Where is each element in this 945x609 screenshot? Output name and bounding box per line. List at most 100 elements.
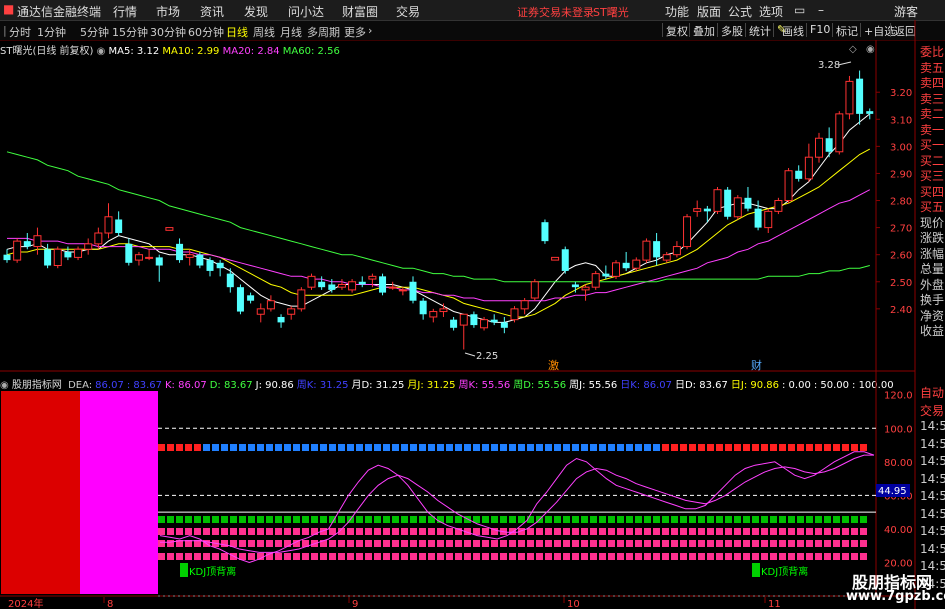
menu-zixun[interactable]: 资讯: [200, 3, 224, 20]
state-square: [545, 516, 552, 523]
tab-15min[interactable]: 15分钟: [112, 24, 148, 40]
state-square: [599, 444, 606, 451]
auto-trade-label[interactable]: 自动: [920, 384, 945, 401]
candle-body-down: [450, 319, 458, 328]
tab-monthly[interactable]: 月线: [280, 24, 302, 40]
menu-shichang[interactable]: 市场: [156, 3, 180, 20]
state-square: [482, 516, 489, 523]
tab-fenshi[interactable]: 分时: [9, 24, 31, 40]
tab-60min[interactable]: 60分钟: [188, 24, 224, 40]
state-square: [788, 516, 795, 523]
state-square: [788, 540, 795, 547]
auto-trade-label[interactable]: 交易: [920, 402, 945, 419]
state-square: [662, 540, 669, 547]
state-square: [176, 444, 183, 451]
state-square: [338, 540, 345, 547]
candle-body-up: [713, 189, 722, 212]
kline-chart[interactable]: KDJ顶背离 KDJ顶背离 3.20 3.10 3.00 2.90 2.80 2.70 2.6…: [0, 0, 945, 609]
quote-field-label: 卖二: [920, 107, 945, 121]
indicator-legend-item: 周K: 55.56: [458, 380, 511, 391]
state-square: [212, 516, 219, 523]
minimize-icon[interactable]: –: [818, 3, 824, 17]
state-square: [383, 528, 390, 535]
state-square: [608, 444, 615, 451]
state-square: [185, 444, 192, 451]
state-square: [617, 516, 624, 523]
state-square: [761, 516, 768, 523]
indicator-legend-item: K: 86.07: [165, 380, 207, 391]
candle-body-down: [795, 170, 803, 179]
tab-30min[interactable]: 30分钟: [150, 24, 186, 40]
overlay-button[interactable]: 叠加: [689, 23, 715, 38]
quote-field-label: 收益: [920, 324, 945, 338]
window-icon[interactable]: ▭: [794, 3, 805, 17]
menu-gongshi[interactable]: 公式: [728, 3, 752, 20]
state-square: [311, 528, 318, 535]
chevron-right-icon[interactable]: ›: [368, 24, 372, 37]
state-square: [491, 528, 498, 535]
menu-xuanxiang[interactable]: 选项: [759, 3, 783, 20]
guest-label[interactable]: 游客: [894, 3, 918, 20]
state-square: [302, 516, 309, 523]
menu-jiaoyi[interactable]: 交易: [396, 3, 420, 20]
tab-weekly[interactable]: 周线: [253, 24, 275, 40]
state-square: [257, 516, 264, 523]
tick-time-label: 14:56: [920, 471, 945, 486]
candle-body-down: [44, 249, 52, 266]
candle-body-down: [196, 254, 204, 266]
state-square: [860, 516, 867, 523]
state-square: [473, 528, 480, 535]
state-square: [554, 516, 561, 523]
state-square: [725, 553, 732, 560]
tick-time-label: 14:56: [920, 524, 945, 538]
multi-stock-button[interactable]: 多股: [717, 23, 743, 38]
tab-more[interactable]: 更多: [344, 24, 366, 40]
tab-5min[interactable]: 5分钟: [80, 24, 109, 40]
state-square: [671, 516, 678, 523]
tab-daily[interactable]: 日线: [226, 24, 248, 40]
menu-hangqing[interactable]: 行情: [113, 3, 137, 20]
state-square: [464, 553, 471, 560]
state-square: [284, 540, 291, 547]
quote-field-label: 卖五: [920, 60, 945, 75]
candle-body-up: [804, 156, 813, 180]
quote-field-label: 净资: [920, 308, 945, 323]
menu-wenxiaoda[interactable]: 问小达: [288, 3, 324, 20]
event-marker: 激: [548, 358, 559, 372]
menu-faxian[interactable]: 发现: [244, 3, 268, 20]
state-square: [815, 540, 822, 547]
state-square: [302, 553, 309, 560]
f10-button[interactable]: F10: [806, 23, 830, 37]
draw-line-button[interactable]: 画线: [779, 23, 804, 38]
state-square: [311, 553, 318, 560]
restore-rights-button[interactable]: 复权: [662, 23, 688, 38]
candle-body-up: [398, 289, 407, 292]
candle-body-down: [602, 273, 610, 277]
tab-multi-period[interactable]: 多周期: [307, 24, 340, 40]
state-square: [779, 553, 786, 560]
menu-banmian[interactable]: 版面: [697, 3, 721, 20]
state-square: [491, 540, 498, 547]
candle-body-down: [226, 273, 234, 288]
back-button[interactable]: 返回: [890, 23, 916, 38]
mark-button[interactable]: 标记: [832, 23, 858, 38]
state-square: [824, 553, 831, 560]
login-status[interactable]: 证券交易未登录: [517, 4, 594, 20]
indicator-name[interactable]: 股朋指标网: [12, 380, 62, 391]
menu-gongneng[interactable]: 功能: [665, 3, 689, 20]
candle-body-down: [318, 281, 326, 288]
state-square: [797, 444, 804, 451]
state-square: [680, 553, 687, 560]
candle-body-up: [84, 243, 93, 250]
eye-icon[interactable]: ◉: [0, 380, 9, 391]
statistics-button[interactable]: 统计: [745, 23, 771, 38]
state-square: [176, 553, 183, 560]
candle-body-up: [581, 286, 590, 291]
menu-caifuquan[interactable]: 财富圈: [342, 3, 378, 20]
state-square: [221, 528, 228, 535]
state-square: [374, 540, 381, 547]
state-square: [383, 540, 390, 547]
tab-1min[interactable]: 1分钟: [37, 24, 66, 40]
chevron-circle-icon[interactable]: ◉: [97, 46, 106, 57]
state-square: [815, 444, 822, 451]
